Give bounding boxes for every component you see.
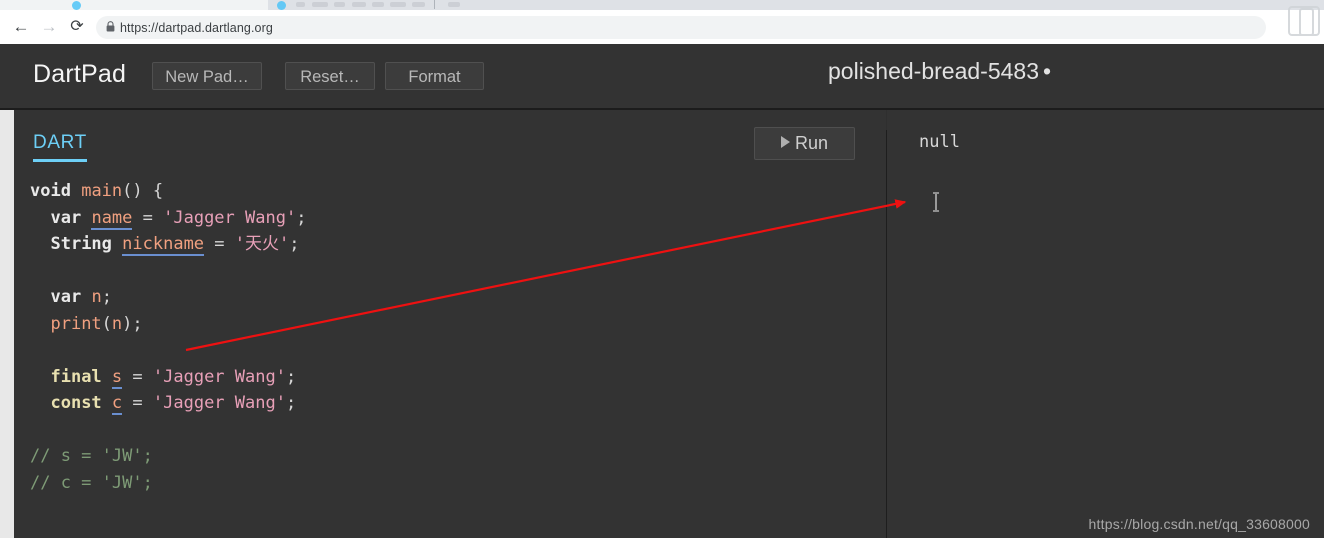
code-line: var name = 'Jagger Wang'; [30, 205, 870, 232]
code-token: print [50, 313, 102, 334]
code-token: 'Jagger Wang' [163, 207, 297, 228]
tab-title-text [448, 2, 460, 7]
code-token: main [81, 181, 123, 201]
pad-title: polished-bread-5483 • [828, 58, 1051, 85]
reset-button[interactable]: Reset… [285, 62, 375, 90]
code-token: ; [285, 366, 297, 387]
play-triangle-icon [780, 136, 790, 148]
new-pad-button[interactable]: New Pad… [152, 62, 262, 90]
code-line: void main() { [30, 178, 870, 205]
lock-icon [100, 20, 120, 35]
address-bar[interactable]: https://dartpad.dartlang.org [96, 16, 1266, 39]
reload-icon[interactable]: ⟳ [66, 16, 88, 38]
code-token: = [132, 207, 164, 228]
code-token: // s = 'JW'; [30, 446, 153, 466]
pad-title-text: polished-bread-5483 [828, 58, 1039, 84]
forward-icon[interactable]: → [38, 16, 60, 38]
code-line: // s = 'JW'; [30, 443, 870, 470]
tab-title-text [390, 2, 406, 7]
code-token: String [50, 234, 112, 254]
tab-title-text [334, 2, 345, 7]
code-line: String nickname = '天火'; [30, 231, 870, 258]
code-token: = [204, 234, 235, 254]
code-token: '天火' [234, 234, 290, 254]
code-editor[interactable]: void main() { var name = 'Jagger Wang'; … [30, 178, 870, 496]
app-logo: DartPad [33, 60, 127, 88]
code-token: name [91, 207, 133, 230]
code-token: ; [296, 207, 307, 228]
unsaved-indicator: • [1043, 58, 1052, 84]
code-token: var [50, 287, 82, 307]
tab-title-text [372, 2, 384, 7]
watermark: https://blog.csdn.net/qq_33608000 [1088, 516, 1310, 532]
code-token: var [50, 207, 82, 228]
app-header: DartPad New Pad… Reset… Format polished-… [0, 44, 1324, 110]
tab-dart[interactable]: DART [33, 132, 87, 162]
tab-title-text [352, 2, 366, 7]
console-output: null [919, 132, 960, 152]
code-token: 'Jagger Wang' [152, 366, 286, 387]
code-token: void [30, 181, 71, 201]
dartpad-app: DartPad New Pad… Reset… Format polished-… [0, 44, 1324, 538]
code-token: = [122, 366, 153, 387]
code-token: final [50, 366, 102, 387]
code-token: // c = 'JW'; [30, 472, 153, 493]
code-token: nickname [122, 234, 205, 256]
code-token: n [91, 287, 102, 307]
code-token: ; [101, 287, 112, 307]
code-token: ( [101, 313, 112, 334]
code-token: const [50, 393, 102, 413]
code-line: // c = 'JW'; [30, 470, 870, 497]
code-line: const c = 'Jagger Wang'; [30, 390, 870, 417]
browser-tab-strip[interactable] [0, 0, 1324, 10]
address-bar-url: https://dartpad.dartlang.org [120, 20, 273, 35]
code-token: 'Jagger Wang' [152, 393, 286, 413]
back-icon[interactable]: ← [10, 16, 32, 38]
device-toolbar-icon[interactable] [1288, 6, 1320, 36]
tab-title-text [412, 2, 425, 7]
browser-toolbar: ← → ⟳ https://dartpad.dartlang.org [0, 6, 1324, 45]
run-button[interactable]: Run [754, 127, 855, 160]
browser-tab[interactable] [22, 0, 262, 10]
code-token: c [111, 393, 123, 415]
tab-title-text [312, 2, 328, 7]
code-line: print(n); [30, 311, 870, 338]
code-token: () { [122, 181, 164, 201]
left-margin-strip [0, 110, 14, 538]
code-token: ); [122, 313, 143, 334]
code-token: s [111, 366, 123, 389]
code-line: final s = 'Jagger Wang'; [30, 364, 870, 391]
format-button[interactable]: Format [385, 62, 484, 90]
code-token: = [122, 393, 153, 413]
tab-separator [434, 0, 435, 9]
tab-favicon-icon [72, 1, 81, 10]
code-token: n [111, 313, 123, 334]
run-button-label: Run [794, 133, 829, 153]
code-line: var n; [30, 284, 870, 311]
code-token: ; [289, 234, 300, 254]
tab-favicon-icon [277, 1, 286, 10]
code-token: ; [285, 393, 297, 413]
app-body: DART Run void main() { var name = 'Jagge… [0, 110, 1324, 538]
console-pane: null [887, 110, 1324, 538]
tab-title-text [296, 2, 305, 7]
editor-pane[interactable]: DART Run void main() { var name = 'Jagge… [14, 110, 886, 538]
